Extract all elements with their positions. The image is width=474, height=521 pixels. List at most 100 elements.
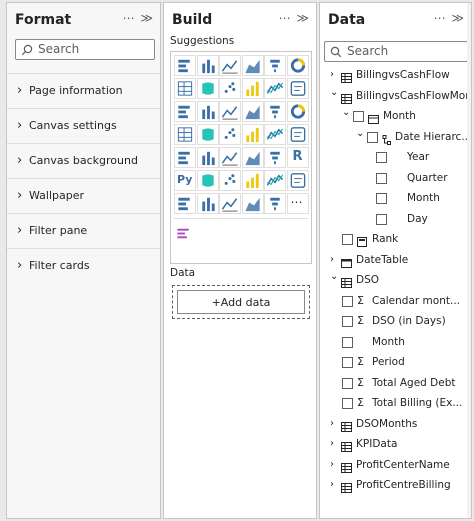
more-options-icon[interactable]: ⋯ (434, 11, 447, 25)
field-checkbox[interactable] (376, 213, 387, 225)
smart-narrative-icon[interactable] (264, 170, 286, 191)
bar-chart-custom-icon[interactable] (174, 224, 196, 245)
field-checkbox[interactable] (342, 357, 353, 368)
chevron-right-icon[interactable]: › (330, 455, 334, 475)
python-visual-icon[interactable]: Py (174, 170, 196, 191)
filled-map-icon[interactable] (196, 124, 219, 145)
field-checkbox[interactable] (342, 398, 353, 409)
waterfall-chart-icon[interactable] (174, 101, 196, 122)
field-checkbox[interactable] (376, 152, 387, 163)
field-node[interactable]: Month (320, 332, 471, 352)
narrative-icon[interactable] (241, 193, 264, 214)
field-checkbox[interactable] (342, 377, 353, 389)
field-checkbox[interactable] (342, 336, 353, 348)
field-node[interactable]: Σ Total Billing (Ex... (320, 393, 471, 413)
field-node[interactable]: Month (320, 188, 471, 208)
more-visuals-icon[interactable]: ⋯ (286, 193, 309, 214)
clustered-column-chart-icon[interactable] (241, 55, 264, 76)
field-checkbox[interactable] (342, 234, 353, 245)
azure-map-icon[interactable] (241, 124, 264, 145)
stacked-area-chart-icon[interactable] (219, 78, 241, 99)
format-section-filter-cards[interactable]: › Filter cards (7, 248, 160, 283)
field-node[interactable]: Σ Calendar mont... (320, 291, 471, 311)
table-node[interactable]: › BillingvsCashFlow (320, 65, 471, 85)
field-node[interactable]: Σ Total Aged Debt (320, 373, 471, 393)
chevron-right-icon[interactable]: › (330, 434, 334, 454)
format-section-page-information[interactable]: › Page information (7, 73, 160, 108)
qa-icon[interactable] (241, 170, 264, 191)
field-node[interactable]: Year (320, 147, 471, 167)
field-checkbox[interactable] (376, 193, 387, 204)
matrix-icon[interactable] (264, 147, 286, 168)
collapse-pane-icon[interactable]: ≫ (296, 11, 310, 25)
chevron-down-icon[interactable]: ⌄ (342, 103, 350, 123)
format-section-filter-pane[interactable]: › Filter pane (7, 213, 160, 248)
power-apps-icon[interactable] (174, 193, 196, 214)
table-node[interactable]: › KPIData (320, 434, 471, 454)
donut-chart-icon[interactable] (264, 101, 286, 122)
field-checkbox[interactable] (342, 295, 353, 307)
data-pane-scrollbar[interactable] (467, 3, 471, 518)
collapse-pane-icon[interactable]: ≫ (140, 11, 154, 25)
field-node[interactable]: ⌄ Date Hierarc... (320, 127, 471, 147)
field-checkbox[interactable] (353, 111, 364, 122)
100-stacked-column-chart-icon[interactable] (286, 55, 309, 76)
line-and-clustered-column-chart-icon[interactable] (264, 78, 286, 99)
kpi-icon[interactable] (196, 147, 219, 168)
collapse-pane-icon[interactable]: ≫ (451, 11, 465, 25)
power-automate-icon[interactable] (196, 193, 219, 214)
arcgis-map-icon[interactable] (219, 193, 241, 214)
field-checkbox[interactable] (376, 172, 387, 184)
funnel-visual-icon[interactable] (264, 193, 286, 214)
slicer-icon[interactable] (219, 147, 241, 168)
chevron-down-icon[interactable]: ⌄ (330, 83, 338, 103)
multi-row-card-icon[interactable] (174, 147, 196, 168)
table-icon[interactable] (241, 147, 264, 168)
field-checkbox[interactable] (342, 316, 353, 327)
field-checkbox[interactable] (367, 131, 378, 143)
pie-chart-icon[interactable] (241, 101, 264, 122)
chevron-right-icon[interactable]: › (330, 414, 334, 434)
funnel-chart-icon[interactable] (196, 101, 219, 122)
line-and-column-chart-icon[interactable] (241, 78, 264, 99)
scatter-chart-icon[interactable] (219, 101, 241, 122)
field-node[interactable]: Σ Period (320, 352, 471, 372)
ribbon-chart-icon[interactable] (286, 78, 309, 99)
treemap-icon[interactable] (286, 101, 309, 122)
decomposition-tree-icon[interactable] (219, 170, 241, 191)
card-icon[interactable] (286, 124, 309, 145)
area-chart-icon[interactable] (196, 78, 219, 99)
format-section-canvas-background[interactable]: › Canvas background (7, 143, 160, 178)
format-section-canvas-settings[interactable]: › Canvas settings (7, 108, 160, 143)
key-influencers-icon[interactable] (196, 170, 219, 191)
field-node[interactable]: ⌄ Month (320, 106, 471, 126)
field-node[interactable]: Rank (320, 229, 471, 249)
gauge-icon[interactable] (264, 124, 286, 145)
stacked-bar-chart-icon[interactable] (174, 55, 196, 76)
data-search-input[interactable]: Search (324, 41, 468, 62)
field-node[interactable]: Day (320, 209, 471, 229)
chevron-down-icon[interactable]: ⌄ (356, 124, 364, 144)
field-node[interactable]: Σ DSO (in Days) (320, 311, 471, 331)
chevron-down-icon[interactable]: ⌄ (330, 267, 338, 287)
table-node[interactable]: › ProfitCenterName (320, 455, 471, 475)
table-node[interactable]: › DateTable (320, 250, 471, 270)
stacked-column-chart-icon[interactable] (196, 55, 219, 76)
table-node[interactable]: › ProfitCentreBilling (320, 475, 471, 495)
format-section-wallpaper[interactable]: › Wallpaper (7, 178, 160, 213)
clustered-bar-chart-icon[interactable] (219, 55, 241, 76)
format-search-input[interactable]: Search (15, 39, 155, 60)
more-options-icon[interactable]: ⋯ (123, 11, 136, 25)
100-stacked-bar-chart-icon[interactable] (264, 55, 286, 76)
add-data-button[interactable]: +Add data (177, 290, 305, 314)
field-node[interactable]: Quarter (320, 168, 471, 188)
more-options-icon[interactable]: ⋯ (279, 11, 292, 25)
table-node[interactable]: ⌄ DSO (320, 270, 471, 290)
line-chart-icon[interactable] (174, 78, 196, 99)
shape-map-icon[interactable] (219, 124, 241, 145)
table-node[interactable]: › DSOMonths (320, 414, 471, 434)
map-icon[interactable] (174, 124, 196, 145)
chevron-right-icon[interactable]: › (330, 475, 334, 495)
r-visual-icon[interactable]: R (286, 147, 309, 168)
paginated-report-icon[interactable] (286, 170, 309, 191)
